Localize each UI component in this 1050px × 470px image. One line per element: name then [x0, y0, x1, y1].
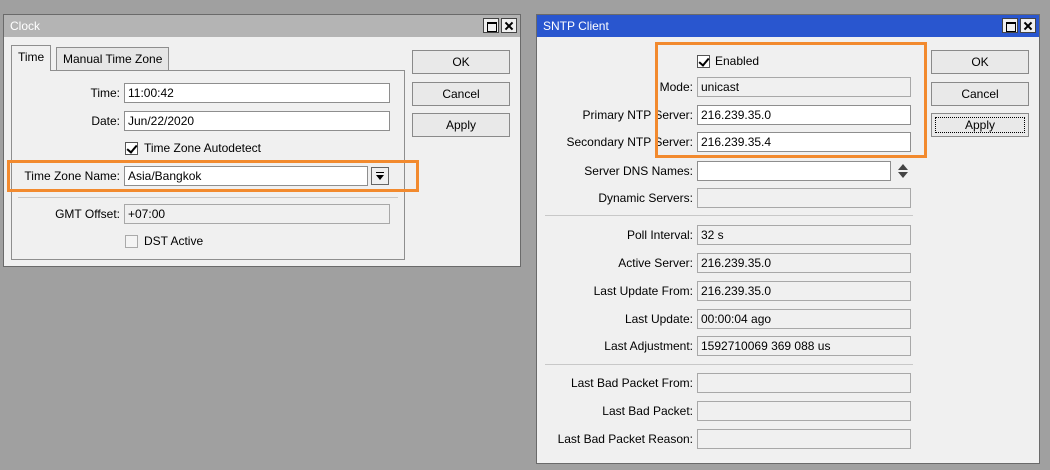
badfrom-field	[697, 373, 911, 393]
sntp-cancel-button[interactable]: Cancel	[931, 82, 1029, 106]
badreason-label: Last Bad Packet Reason:	[557, 432, 693, 446]
sntp-separator-2	[545, 364, 913, 365]
lastupdate-field: 00:00:04 ago	[697, 309, 911, 329]
sntp-ok-button[interactable]: OK	[931, 50, 1029, 74]
clock-title: Clock	[10, 19, 41, 33]
sntp-apply-button[interactable]: Apply	[931, 113, 1029, 137]
tz-highlight	[7, 160, 419, 192]
bad-field	[697, 401, 911, 421]
autodetect-label: Time Zone Autodetect	[144, 141, 261, 155]
clock-cancel-button[interactable]: Cancel	[412, 82, 510, 106]
dns-field[interactable]	[697, 161, 891, 181]
focus-ring	[935, 117, 1025, 133]
active-label: Active Server:	[618, 256, 693, 270]
autodetect-checkbox[interactable]	[125, 142, 138, 155]
poll-label: Poll Interval:	[626, 228, 693, 242]
maximize-icon[interactable]	[483, 18, 499, 33]
date-field[interactable]: Jun/22/2020	[124, 111, 390, 131]
sntp-window: SNTP Client Enabled Mode: unicast Primar…	[536, 14, 1040, 464]
clock-ok-button[interactable]: OK	[412, 50, 510, 74]
badfrom-label: Last Bad Packet From:	[570, 376, 693, 390]
dynamic-field	[697, 188, 911, 208]
dns-label: Server DNS Names:	[584, 164, 693, 178]
sntp-titlebar[interactable]: SNTP Client	[537, 15, 1039, 37]
sntp-title: SNTP Client	[543, 19, 609, 33]
date-label: Date:	[91, 114, 120, 128]
badreason-field	[697, 429, 911, 449]
clock-window: Clock Time Manual Time Zone Time: 11:00:…	[3, 14, 521, 267]
gmt-label: GMT Offset:	[55, 207, 120, 221]
active-field: 216.239.35.0	[697, 253, 911, 273]
tab-manual-time-zone[interactable]: Manual Time Zone	[56, 47, 170, 71]
lastfrom-field: 216.239.35.0	[697, 281, 911, 301]
spinner-icon[interactable]	[898, 163, 908, 179]
lastupdate-label: Last Update:	[624, 312, 693, 326]
ntp-highlight	[655, 42, 927, 158]
dst-label: DST Active	[144, 234, 204, 248]
dynamic-label: Dynamic Servers:	[598, 191, 693, 205]
close-icon[interactable]	[501, 18, 517, 33]
sntp-separator-1	[545, 215, 913, 216]
clock-apply-button[interactable]: Apply	[412, 113, 510, 137]
bad-label: Last Bad Packet:	[602, 404, 693, 418]
maximize-icon[interactable]	[1002, 18, 1018, 33]
lastadj-label: Last Adjustment:	[604, 339, 693, 353]
tab-time[interactable]: Time	[11, 45, 52, 71]
clock-titlebar[interactable]: Clock	[4, 15, 520, 37]
time-label: Time:	[90, 86, 120, 100]
gmt-field: +07:00	[124, 204, 390, 224]
lastadj-field: 1592710069 369 088 us	[697, 336, 911, 356]
poll-field: 32 s	[697, 225, 911, 245]
dst-checkbox[interactable]	[125, 235, 138, 248]
lastfrom-label: Last Update From:	[593, 284, 693, 298]
close-icon[interactable]	[1020, 18, 1036, 33]
clock-separator	[18, 197, 398, 198]
time-field[interactable]: 11:00:42	[124, 83, 390, 103]
